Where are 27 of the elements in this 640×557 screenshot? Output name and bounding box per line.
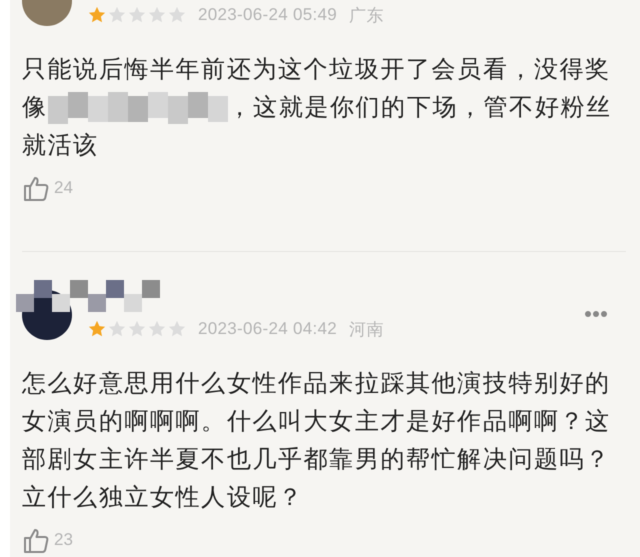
star-icon xyxy=(88,320,106,338)
star-icon xyxy=(108,320,126,338)
comment-text: 怎么好意思用什么女性作品来拉踩其他演技特别好的 xyxy=(22,369,611,399)
comment-date: 2023-06-24 05:49 xyxy=(198,5,338,25)
star-icon xyxy=(108,6,126,24)
comment-text: 只能说后悔半年前还为这个垃圾开了会员看，没得奖 xyxy=(22,55,611,85)
comment-location: 广东 xyxy=(349,4,384,26)
star-icon xyxy=(148,6,166,24)
star-icon xyxy=(168,6,186,24)
comment-text: ，这就是你们的下场，管不好粉丝 xyxy=(228,93,612,123)
like-count: 23 xyxy=(54,530,73,550)
star-icon xyxy=(88,6,106,24)
like-count: 24 xyxy=(54,178,73,198)
star-icon xyxy=(168,320,186,338)
comment-date: 2023-06-24 04:42 xyxy=(198,319,338,339)
comment-text: 像 xyxy=(22,93,48,123)
more-icon[interactable] xyxy=(584,310,608,318)
thumbs-up-icon[interactable] xyxy=(22,174,50,202)
star-icon xyxy=(128,320,146,338)
thumbs-up-icon[interactable] xyxy=(22,526,50,554)
comment-text: 女演员的啊啊啊。什么叫大女主才是好作品啊啊？这 xyxy=(22,407,611,437)
comment-text: 立什么独立女性人设呢？ xyxy=(22,483,304,513)
star-icon xyxy=(128,6,146,24)
star-icon xyxy=(148,320,166,338)
comment-location: 河南 xyxy=(349,318,384,340)
comment-text: 部剧女主许半夏不也几乎都靠男的帮忙解决问题吗？ xyxy=(22,445,611,475)
comment-text: 就活该 xyxy=(22,131,99,161)
